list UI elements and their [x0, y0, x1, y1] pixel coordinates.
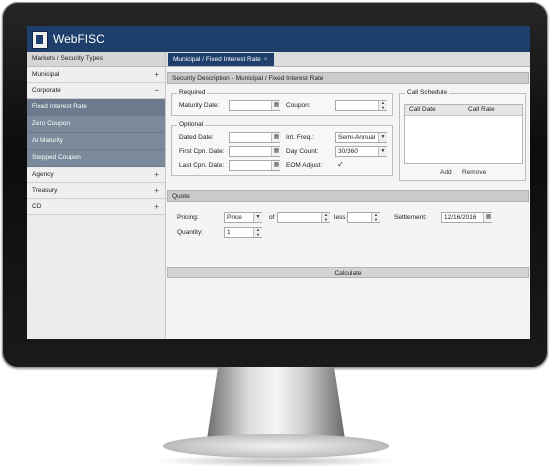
coupon-label: Coupon: — [286, 102, 311, 109]
optional-group: Optional Dated Date: ▦ First Cpn. Date: … — [171, 121, 393, 176]
sidebar-subitem-stepped-coupon[interactable]: Stepped Coupon — [27, 150, 165, 167]
sidebar-item-municipal[interactable]: Municipal + — [27, 67, 165, 83]
tab-label: Municipal / Fixed Interest Rate — [173, 56, 261, 63]
sidebar-item-label: CD — [32, 203, 42, 210]
call-schedule-legend: Call Schedule — [405, 89, 450, 96]
column-call-date: Call Date — [409, 106, 436, 113]
sidebar-item-agency[interactable]: Agency + — [27, 167, 165, 183]
day-count-value: 30/360 — [338, 148, 358, 155]
spinner-arrows-icon[interactable]: ▲ ▼ — [371, 212, 380, 222]
sidebar-item-cd[interactable]: CD + — [27, 199, 165, 215]
calendar-icon[interactable]: ▦ — [483, 213, 493, 222]
expand-icon[interactable]: + — [154, 199, 159, 214]
last-cpn-date-label: Last Cpn. Date: — [179, 162, 225, 169]
calendar-icon[interactable]: ▦ — [271, 133, 281, 142]
remove-button[interactable]: Remove — [462, 169, 486, 176]
chevron-down-icon[interactable]: ▼ — [378, 133, 387, 142]
required-group: Required Maturity Date: ▦ Coupon: ▲ ▼ — [171, 89, 393, 116]
monitor-stand-neck — [207, 367, 345, 439]
sidebar-item-label: Agency — [32, 171, 54, 178]
expand-icon[interactable]: + — [154, 167, 159, 182]
calculate-button[interactable]: Calculate — [167, 267, 529, 278]
expand-icon[interactable]: + — [154, 183, 159, 198]
call-schedule-group: Call Schedule Call Date Call Rate Add Re… — [399, 89, 526, 181]
call-schedule-table[interactable]: Call Date Call Rate — [404, 104, 523, 164]
tab-municipal-fixed-interest-rate[interactable]: Municipal / Fixed Interest Rate × — [168, 53, 274, 66]
pricing-label: Pricing: — [177, 214, 199, 221]
sidebar-subitem-fixed-interest-rate[interactable]: Fixed Interest Rate — [27, 99, 165, 116]
spinner-arrows-icon[interactable]: ▲ ▼ — [321, 212, 330, 222]
quote-header: Quote — [167, 190, 529, 202]
quantity-value: 1 — [227, 229, 231, 236]
sidebar-subitem-zero-coupon[interactable]: Zero Coupon — [27, 116, 165, 133]
day-count-label: Day Count: — [286, 148, 319, 155]
settlement-label: Settlement: — [394, 214, 427, 221]
chevron-down-icon[interactable]: ▼ — [378, 147, 387, 156]
monitor-bezel: WebFISC Markets / Security Types Municip… — [2, 2, 548, 368]
int-freq-value: Semi-Annual — [338, 134, 376, 141]
sidebar-item-label: Corporate — [32, 87, 61, 94]
sidebar-item-label: Municipal — [32, 71, 60, 78]
spinner-arrows-icon[interactable]: ▲ ▼ — [378, 100, 387, 110]
column-call-rate: Call Rate — [468, 106, 495, 113]
sidebar-item-corporate[interactable]: Corporate − — [27, 83, 165, 99]
sidebar-header: Markets / Security Types — [27, 52, 165, 67]
settlement-value: 12/16/2016 — [444, 214, 477, 221]
spinner-arrows-icon[interactable]: ▲ ▼ — [253, 227, 262, 237]
required-legend: Required — [177, 89, 208, 96]
sidebar-subitem-at-maturity[interactable]: At Maturity — [27, 133, 165, 150]
optional-legend: Optional — [177, 121, 206, 128]
expand-icon[interactable]: + — [154, 67, 159, 82]
of-label: of — [269, 214, 275, 221]
app-header: WebFISC — [27, 26, 530, 52]
security-description-header: Security Description - Municipal / Fixed… — [167, 72, 529, 84]
sidebar-item-label: Treasury — [32, 187, 58, 194]
add-button[interactable]: Add — [440, 169, 452, 176]
tab-bar: Municipal / Fixed Interest Rate × — [166, 52, 530, 67]
chevron-down-icon[interactable]: ▼ — [253, 213, 262, 222]
calendar-icon[interactable]: ▦ — [271, 161, 281, 170]
main-panel: Security Description - Municipal / Fixed… — [166, 67, 530, 339]
sidebar-item-treasury[interactable]: Treasury + — [27, 183, 165, 199]
table-header: Call Date Call Rate — [405, 105, 522, 116]
calendar-icon[interactable]: ▦ — [271, 101, 281, 110]
calendar-icon[interactable]: ▦ — [271, 147, 281, 156]
pricing-value: Price — [227, 214, 242, 221]
close-icon[interactable]: × — [264, 56, 268, 63]
dated-date-label: Dated Date: — [179, 134, 214, 141]
app-logo-icon — [32, 31, 48, 49]
app-title: WebFISC — [53, 32, 105, 46]
app-screen: WebFISC Markets / Security Types Municip… — [27, 26, 530, 339]
sidebar: Markets / Security Types Municipal + Cor… — [27, 52, 166, 339]
quantity-label: Quantity: — [177, 229, 204, 236]
first-cpn-date-label: First Cpn. Date: — [179, 148, 225, 155]
collapse-icon[interactable]: − — [154, 83, 159, 98]
eom-adjust-label: EOM Adjust: — [286, 162, 323, 169]
eom-adjust-checkbox[interactable]: ✓ — [337, 161, 345, 169]
int-freq-label: Int. Freq.: — [286, 134, 314, 141]
maturity-date-label: Maturity Date: — [179, 102, 220, 109]
monitor-stand-base — [163, 434, 389, 458]
less-label: less — [334, 214, 346, 221]
